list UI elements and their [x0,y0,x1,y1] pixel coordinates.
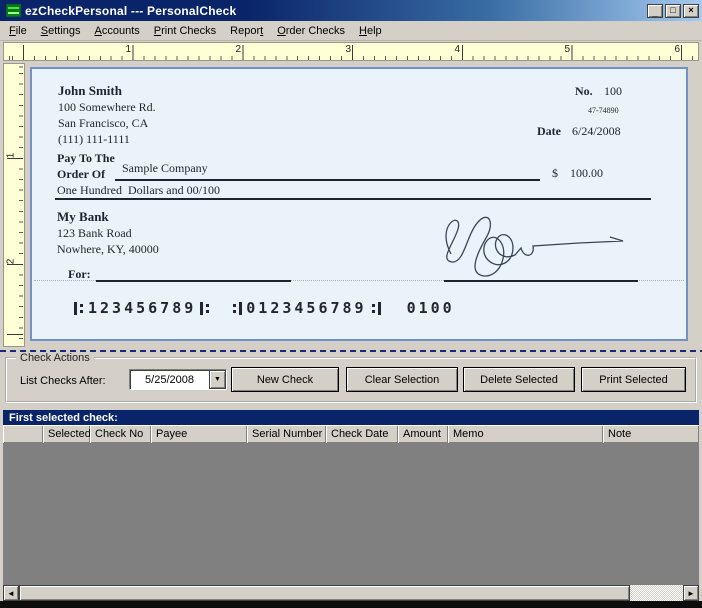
checks-table-body[interactable] [3,443,699,585]
first-selected-check-bar: First selected check: [3,410,699,425]
micr-onus-icon [371,302,381,315]
payee-name: Sample Company [122,161,208,176]
signature [427,204,642,284]
col-header-note[interactable]: Note [603,425,699,443]
micr-line: 123456789 0123456789 0100 [70,299,455,317]
col-header-memo[interactable]: Memo [448,425,603,443]
col-header-amount[interactable]: Amount [398,425,448,443]
bank-address1: 123 Bank Road [57,226,132,241]
micr-account: 0123456789 [246,299,366,317]
vertical-ruler: 1 2 [3,63,25,347]
section-divider [0,350,702,352]
app-icon [6,4,21,17]
menu-accounts[interactable]: Accounts [88,22,147,40]
clear-selection-button[interactable]: Clear Selection [346,367,458,392]
col-header-serial-number[interactable]: Serial Number [247,425,326,443]
new-check-button[interactable]: New Check [231,367,339,392]
micr-transit-icon [74,302,84,315]
col-header-check-date[interactable]: Check Date [326,425,398,443]
check-number-label: No. [575,84,593,99]
check-preview: John Smith 100 Somewhere Rd. San Francis… [30,67,688,341]
payer-address2: San Francisco, CA [58,116,148,131]
payer-address1: 100 Somewhere Rd. [58,100,156,115]
app-window: ezCheckPersonal --- PersonalCheck _ □ × … [0,0,702,608]
window-title: ezCheckPersonal --- PersonalCheck [25,4,647,18]
horizontal-ruler: 1 2 3 4 5 6 [3,42,699,61]
menu-print-checks[interactable]: Print Checks [147,22,223,40]
amount-words-line [55,198,651,200]
col-header-selected[interactable]: Selected [43,425,90,443]
check-number: 100 [604,84,622,99]
col-header-check-no[interactable]: Check No [90,425,151,443]
menu-bar: File Settings Accounts Print Checks Repo… [0,21,702,41]
menu-report[interactable]: Report [223,22,270,40]
scroll-right-button[interactable]: ► [683,585,699,601]
menu-help[interactable]: Help [352,22,389,40]
list-checks-after-date-picker[interactable]: 5/25/2008 ▼ [129,369,227,390]
micr-transit-icon [200,302,210,315]
col-header-blank[interactable] [3,425,43,443]
memo-line [96,280,291,282]
payer-phone: (111) 111-1111 [58,132,130,147]
pay-to-label-2: Order Of [57,167,105,182]
menu-settings[interactable]: Settings [34,22,88,40]
title-bar: ezCheckPersonal --- PersonalCheck _ □ × [0,0,702,21]
micr-onus-icon [232,302,242,315]
menu-file[interactable]: File [2,22,34,40]
check-actions-group: Check Actions List Checks After: 5/25/20… [5,357,697,403]
ruler-mark: 2 [227,44,241,55]
payee-line [115,179,540,181]
list-checks-after-label: List Checks After: [20,375,106,387]
ruler-mark: 4 [446,44,460,55]
col-header-payee[interactable]: Payee [151,425,247,443]
ruler-mark: 1 [117,44,131,55]
ruler-mark: 6 [666,44,680,55]
payer-name: John Smith [58,83,122,99]
minimize-icon: _ [652,9,657,18]
dollar-sign: $ [552,166,558,181]
scroll-left-icon: ◄ [7,589,15,598]
date-picker-dropdown-button[interactable]: ▼ [209,370,226,389]
close-icon: × [688,6,693,15]
micr-routing: 123456789 [88,299,196,317]
date-label: Date [537,124,561,139]
chevron-down-icon: ▼ [214,376,221,383]
menu-order-checks[interactable]: Order Checks [270,22,352,40]
maximize-icon: □ [670,6,675,15]
ruler-mark: 3 [337,44,351,55]
checks-table-header: Selected Check No Payee Serial Number Ch… [3,425,699,443]
scrollbar-thumb[interactable] [19,585,630,601]
close-button[interactable]: × [683,4,699,18]
check-date: 6/24/2008 [572,124,621,139]
window-bottom-edge [0,601,702,608]
print-selected-button[interactable]: Print Selected [581,367,686,392]
scroll-left-button[interactable]: ◄ [3,585,19,601]
first-selected-check-label: First selected check: [9,412,118,424]
minimize-button[interactable]: _ [647,4,663,18]
horizontal-scrollbar: ◄ ► [3,585,699,601]
group-title: Check Actions [16,352,94,364]
date-picker-value: 5/25/2008 [130,370,209,389]
scroll-right-icon: ► [687,589,695,598]
ruler-mark: 1 [6,150,17,162]
ruler-mark: 2 [6,256,17,268]
pay-to-label-1: Pay To The [57,151,115,166]
for-label: For: [68,267,91,282]
micr-check-number: 0100 [407,299,455,317]
ruler-mark: 5 [556,44,570,55]
scrollbar-track[interactable] [630,585,683,601]
maximize-button[interactable]: □ [665,4,681,18]
amount-words: One Hundred Dollars and 00/100 [57,183,220,198]
bank-address2: Nowhere, KY, 40000 [57,242,159,257]
delete-selected-button[interactable]: Delete Selected [463,367,575,392]
bank-name: My Bank [57,209,109,225]
amount-numeric: 100.00 [570,166,603,181]
bank-fraction: 47-74890 [588,106,619,115]
